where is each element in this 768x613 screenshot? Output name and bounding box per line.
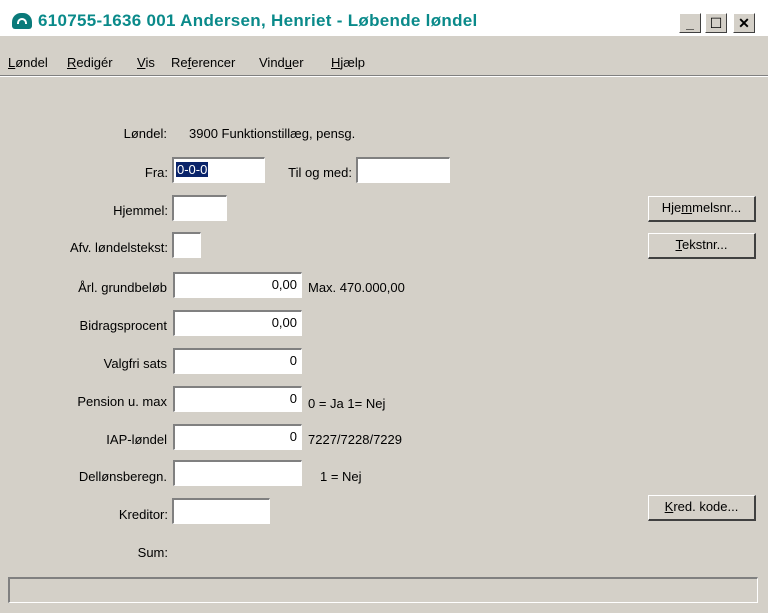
menu-rediger[interactable]: Redigér xyxy=(67,55,113,70)
dellonsberegn-label: Dellønsberegn. xyxy=(78,469,167,484)
loendel-value: 3900 Funktionstillæg, pensg. xyxy=(189,126,356,141)
hjemmel-label: Hjemmel: xyxy=(113,203,168,218)
menu-bar: Løndel Redigér Vis Referencer Vinduer Hj… xyxy=(0,50,768,72)
valgfri-sats-label: Valgfri sats xyxy=(103,356,167,371)
sum-label: Sum: xyxy=(137,545,168,560)
menu-loendel[interactable]: Løndel xyxy=(8,55,48,70)
menu-hjaelp[interactable]: Hjælp xyxy=(331,55,365,70)
loendel-label: Løndel: xyxy=(123,126,167,141)
til-og-med-field[interactable] xyxy=(356,157,450,183)
pension-u-max-label: Pension u. max xyxy=(77,394,167,409)
close-button[interactable]: ✕ xyxy=(733,13,755,33)
menu-referencer[interactable]: Referencer xyxy=(171,55,235,70)
kreditor-label: Kreditor: xyxy=(118,507,168,522)
bidragsprocent-label: Bidragsprocent xyxy=(79,318,167,333)
pension-u-max-field[interactable]: 0 xyxy=(173,386,302,412)
app-icon xyxy=(12,13,32,29)
afv-loendelstekst-field[interactable] xyxy=(172,232,201,258)
status-bar xyxy=(8,577,758,603)
minimize-button[interactable]: _ xyxy=(679,13,701,33)
maximize-button[interactable]: ☐ xyxy=(705,13,727,33)
fra-label: Fra: xyxy=(144,165,168,180)
kred-kode-button[interactable]: Kred. kode... xyxy=(648,495,756,521)
iap-note: 7227/7228/7229 xyxy=(308,432,402,447)
grundbeloeb-note: Max. 470.000,00 xyxy=(308,280,405,295)
grundbeloeb-field[interactable]: 0,00 xyxy=(173,272,302,298)
menu-vis[interactable]: Vis xyxy=(137,55,155,70)
grundbeloeb-label: Årl. grundbeløb xyxy=(78,280,167,295)
menu-vinduer[interactable]: Vinduer xyxy=(259,55,304,70)
afv-loendelstekst-label: Afv. løndelstekst: xyxy=(69,240,168,255)
dellonsberegn-note: 1 = Nej xyxy=(320,469,362,484)
iap-loendel-field[interactable]: 0 xyxy=(173,424,302,450)
valgfri-sats-field[interactable]: 0 xyxy=(173,348,302,374)
hjemmel-field[interactable] xyxy=(172,195,227,221)
fra-field[interactable]: 0-0-0 xyxy=(172,157,265,183)
title-bar: 610755-1636 001 Andersen, Henriet - Løbe… xyxy=(0,0,768,36)
kreditor-field[interactable] xyxy=(172,498,270,524)
iap-loendel-label: IAP-løndel xyxy=(106,432,167,447)
dellonsberegn-field[interactable] xyxy=(173,460,302,486)
til-og-med-label: Til og med: xyxy=(288,165,352,180)
menu-separator xyxy=(0,75,768,77)
bidragsprocent-field[interactable]: 0,00 xyxy=(173,310,302,336)
hjemmelsnr-button[interactable]: Hjemmelsnr... xyxy=(648,196,756,222)
pension-note: 0 = Ja 1= Nej xyxy=(308,396,386,411)
tekstnr-button[interactable]: Tekstnr... xyxy=(648,233,756,259)
window-title: 610755-1636 001 Andersen, Henriet - Løbe… xyxy=(38,11,478,30)
